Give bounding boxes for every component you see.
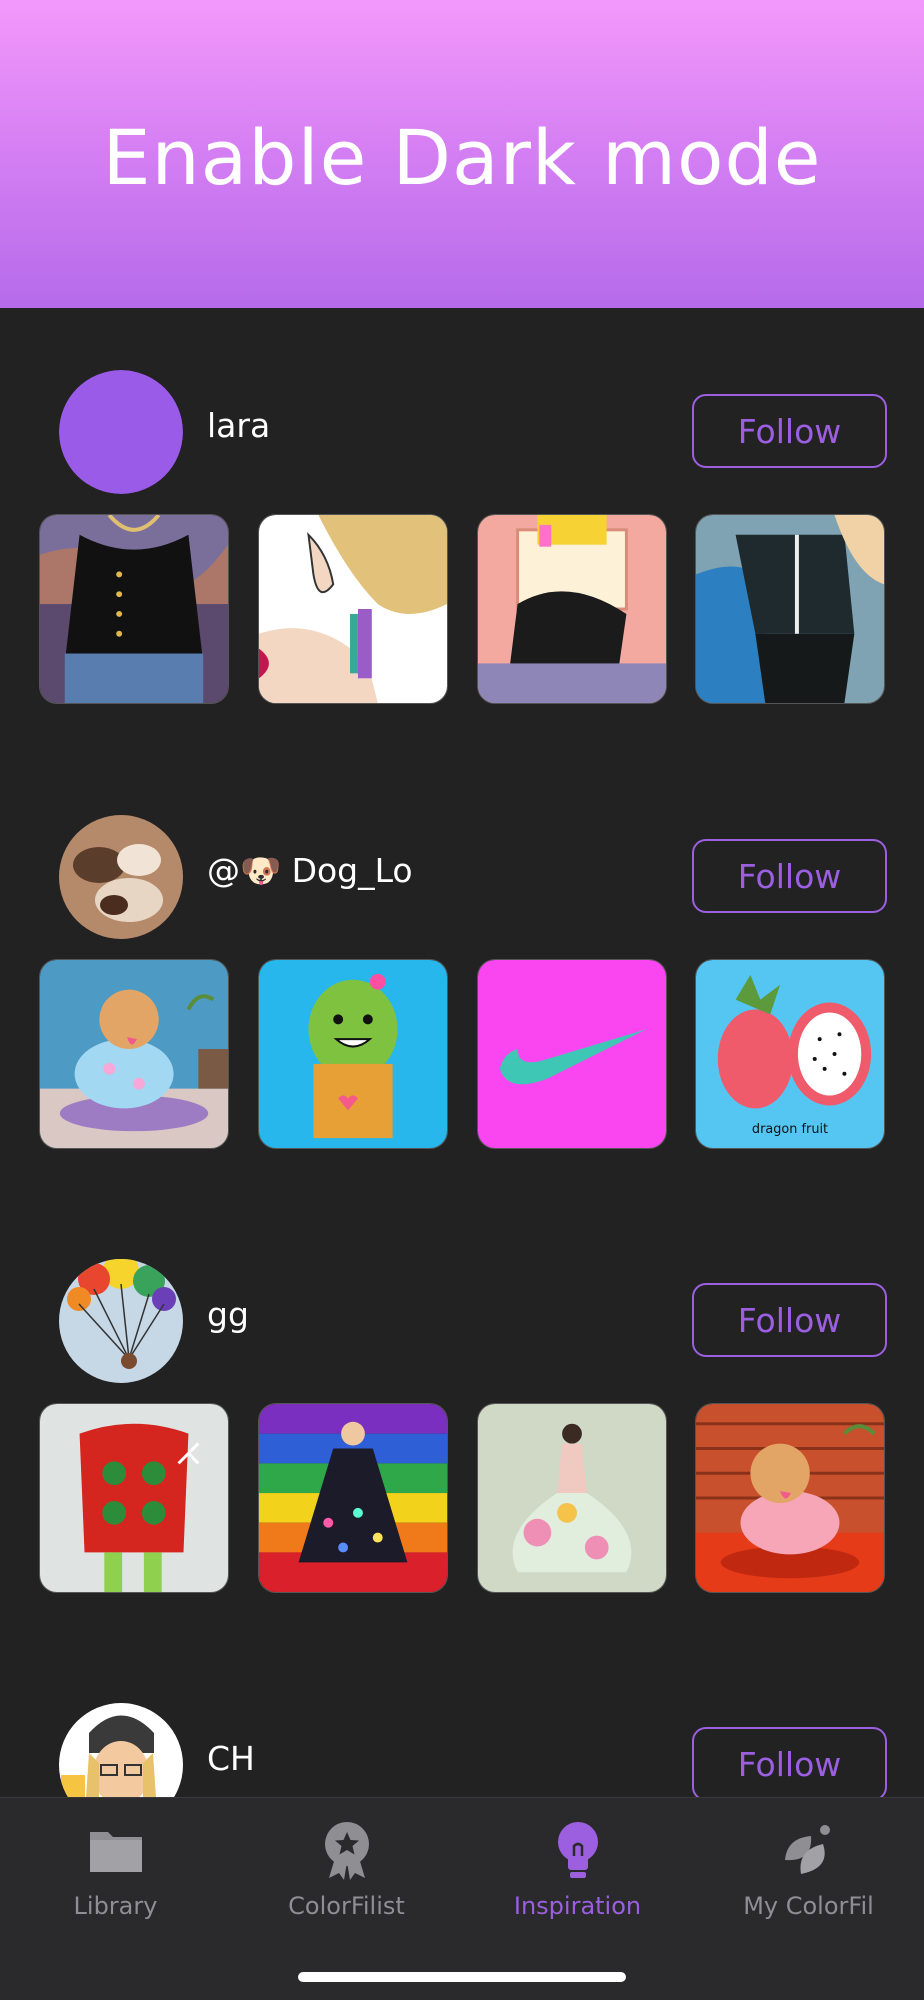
username[interactable]: lara	[207, 406, 270, 445]
tab-library[interactable]: Library	[0, 1820, 231, 1940]
user-post-block: @🐶 Dog_Lo Follow dragon fruit	[0, 815, 924, 1155]
artwork-thumbnail[interactable]	[477, 514, 667, 704]
tab-colorfilist[interactable]: ColorFilist	[231, 1820, 462, 1940]
user-post-block: gg Follow	[0, 1259, 924, 1599]
avatar[interactable]	[59, 815, 183, 939]
artwork-thumbnail[interactable]	[39, 1403, 229, 1593]
artwork-caption: dragon fruit	[752, 1122, 828, 1137]
artwork-thumbnail[interactable]	[258, 1403, 448, 1593]
tab-label: My ColorFil	[743, 1892, 874, 1920]
tab-label: ColorFilist	[288, 1892, 405, 1920]
tab-inspiration[interactable]: Inspiration	[462, 1820, 693, 1940]
artwork-thumbnail[interactable]	[695, 1403, 885, 1593]
bottom-tab-bar: Library ColorFilist Inspiration My Color…	[0, 1797, 924, 2000]
inspiration-feed[interactable]: lara Follow @🐶 Dog_Lo Follow dragon frui…	[0, 308, 924, 1798]
artwork-thumbnail[interactable]	[477, 959, 667, 1149]
follow-button[interactable]: Follow	[692, 394, 887, 468]
artwork-thumbnail[interactable]	[258, 959, 448, 1149]
artwork-thumbnail[interactable]	[258, 514, 448, 704]
leaves-icon	[784, 1825, 830, 1874]
username[interactable]: gg	[207, 1295, 249, 1334]
follow-button[interactable]: Follow	[692, 1283, 887, 1357]
artwork-row	[39, 514, 885, 704]
artwork-row: dragon fruit	[39, 959, 885, 1149]
avatar[interactable]	[59, 1703, 183, 1798]
folder-icon	[89, 1832, 142, 1872]
tab-label: Library	[73, 1892, 158, 1920]
user-post-block: lara Follow	[0, 370, 924, 710]
lightbulb-icon	[557, 1822, 598, 1878]
dark-mode-banner[interactable]: Enable Dark mode	[0, 0, 924, 308]
home-indicator	[298, 1972, 626, 1982]
avatar[interactable]	[59, 1259, 183, 1383]
tab-label: Inspiration	[513, 1892, 642, 1920]
artwork-thumbnail[interactable]	[695, 514, 885, 704]
user-post-block: CH Follow	[0, 1703, 924, 1798]
follow-button[interactable]: Follow	[692, 839, 887, 913]
username[interactable]: CH	[207, 1739, 255, 1778]
tab-my-colorfil[interactable]: My ColorFil	[693, 1820, 924, 1940]
username[interactable]: @🐶 Dog_Lo	[207, 851, 413, 891]
follow-button[interactable]: Follow	[692, 1727, 887, 1798]
banner-title: Enable Dark mode	[102, 112, 822, 202]
avatar[interactable]	[59, 370, 183, 494]
artwork-thumbnail[interactable]	[39, 514, 229, 704]
artwork-row	[39, 1403, 885, 1593]
artwork-thumbnail[interactable]: dragon fruit	[695, 959, 885, 1149]
artwork-thumbnail[interactable]	[477, 1403, 667, 1593]
award-icon	[324, 1822, 369, 1880]
artwork-thumbnail[interactable]	[39, 959, 229, 1149]
